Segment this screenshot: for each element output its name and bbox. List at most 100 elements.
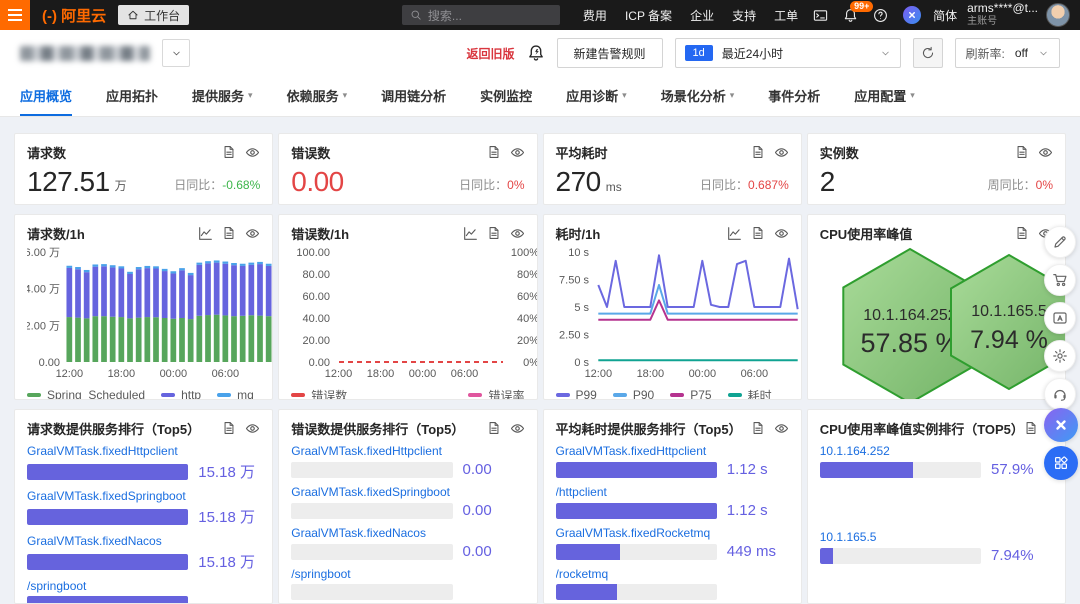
language-switch[interactable]: 简体 (933, 7, 957, 24)
tab-提供服务[interactable]: 提供服务▾ (192, 76, 253, 116)
svg-text:12:00: 12:00 (584, 368, 612, 380)
stat-value-row: 270ms日同比：0.687% (556, 168, 789, 196)
eye-icon[interactable] (1038, 145, 1053, 160)
doc-icon[interactable] (1015, 145, 1029, 159)
eye-icon[interactable] (245, 421, 260, 436)
doc-icon[interactable] (1024, 421, 1038, 435)
hamburger-menu-icon[interactable] (0, 0, 30, 30)
doc-icon[interactable] (222, 226, 236, 240)
eye-icon[interactable] (245, 145, 260, 160)
rank-label-link[interactable]: GraalVMTask.fixedHttpclient (556, 444, 789, 458)
doc-icon[interactable] (751, 145, 765, 159)
gear-float-button[interactable] (1044, 340, 1076, 372)
navbar-menu-企业[interactable]: 企业 (690, 7, 714, 24)
doc-icon[interactable] (222, 421, 236, 435)
legend-item-P99[interactable]: P99 (556, 388, 597, 400)
rank-row: GraalVMTask.fixedSpringboot15.18 万 (27, 489, 260, 527)
rank-label-link[interactable]: GraalVMTask.fixedSpringboot (27, 489, 260, 503)
rank-label-link[interactable]: GraalVMTask.fixedRocketmq (556, 526, 789, 540)
rank-label-link[interactable]: /springboot (27, 579, 260, 593)
eye-icon[interactable] (245, 226, 260, 241)
trend-icon[interactable] (727, 226, 742, 241)
rank-label-link[interactable]: GraalVMTask.fixedNacos (27, 534, 260, 548)
notification-bell-icon[interactable]: 99+ (843, 8, 858, 23)
doc-icon[interactable] (222, 145, 236, 159)
time-range-select[interactable]: 1d 最近24小时 (675, 38, 901, 68)
rank-label-link[interactable]: GraalVMTask.fixedNacos (291, 526, 524, 540)
eye-icon[interactable] (774, 421, 789, 436)
rank-label-link[interactable]: GraalVMTask.fixedHttpclient (291, 444, 524, 458)
new-alert-rule-button[interactable]: 新建告警规则 (557, 38, 663, 68)
aliyun-logo[interactable]: (-) 阿里云 (42, 5, 106, 26)
cart-float-button[interactable] (1044, 264, 1076, 296)
search-input[interactable]: 搜索... (402, 5, 560, 25)
tab-依赖服务[interactable]: 依赖服务▾ (287, 76, 348, 116)
rank-label-link[interactable]: 10.1.164.252 (820, 444, 1053, 458)
doc-icon[interactable] (1015, 226, 1029, 240)
back-to-old-link[interactable]: 返回旧版 (467, 45, 515, 62)
doc-icon[interactable] (751, 421, 765, 435)
card-title: 错误数 (291, 143, 330, 162)
stat-value-row: 127.51万日同比：-0.68% (27, 168, 260, 196)
tab-事件分析[interactable]: 事件分析 (768, 76, 820, 116)
close-float-button[interactable] (1044, 408, 1078, 442)
tab-应用配置[interactable]: 应用配置▾ (854, 76, 915, 116)
eye-icon[interactable] (774, 145, 789, 160)
navbar-menu-工单[interactable]: 工单 (774, 7, 798, 24)
refresh-button[interactable] (913, 38, 943, 68)
legend-item-P75[interactable]: P75 (670, 388, 711, 400)
eye-icon[interactable] (774, 226, 789, 241)
terminal-icon[interactable] (813, 8, 828, 23)
legend-item-Spring_Scheduled[interactable]: Spring_Scheduled (27, 388, 145, 400)
tab-实例监控[interactable]: 实例监控 (480, 76, 532, 116)
app-x-icon[interactable] (903, 6, 921, 24)
trend-icon[interactable] (198, 226, 213, 241)
tab-调用链分析[interactable]: 调用链分析 (381, 76, 446, 116)
card-icons (487, 145, 525, 160)
tab-应用诊断[interactable]: 应用诊断▾ (566, 76, 627, 116)
eye-icon[interactable] (510, 226, 525, 241)
chevron-down-icon (880, 48, 891, 59)
avatar[interactable] (1046, 3, 1070, 27)
navbar-menu-ICP 备案[interactable]: ICP 备案 (625, 7, 672, 24)
rank-label-link[interactable]: /httpclient (556, 485, 789, 499)
rank-label-link[interactable]: GraalVMTask.fixedHttpclient (27, 444, 260, 458)
trend-icon[interactable] (463, 226, 478, 241)
rank-label-link[interactable]: GraalVMTask.fixedSpringboot (291, 485, 524, 499)
tab-应用拓扑[interactable]: 应用拓扑 (106, 76, 158, 116)
apps-float-button[interactable] (1044, 446, 1078, 480)
legend-item-错误率[interactable]: 错误率 (468, 387, 524, 401)
doc-icon[interactable] (487, 421, 501, 435)
legend-item-耗时[interactable]: 耗时 (728, 387, 772, 401)
navbar-menu-费用[interactable]: 费用 (583, 7, 607, 24)
headset-float-button[interactable] (1044, 378, 1076, 410)
app-switch-dropdown[interactable] (162, 39, 190, 67)
doc-icon[interactable] (751, 226, 765, 240)
doc-icon[interactable] (487, 226, 501, 240)
workbench-button[interactable]: 工作台 (118, 5, 189, 25)
eye-icon[interactable] (510, 421, 525, 436)
card-header: 耗时/1h (556, 224, 789, 242)
account-info[interactable]: arms****@t... 主账号 (967, 2, 1038, 27)
rank-label-link[interactable]: /rocketmq (556, 567, 789, 581)
search-icon (410, 9, 422, 21)
rank-label-link[interactable]: /springboot (291, 567, 524, 581)
eye-icon[interactable] (510, 145, 525, 160)
refresh-rate-select[interactable]: 刷新率: off (955, 38, 1060, 68)
rank-bar-track (291, 584, 452, 600)
doc-icon[interactable] (487, 145, 501, 159)
pencil-float-button[interactable] (1044, 226, 1076, 258)
legend-item-错误数[interactable]: 错误数 (291, 387, 347, 401)
alert-bell-icon[interactable] (527, 44, 545, 62)
legend-item-http[interactable]: http (161, 388, 201, 400)
assistant-float-button[interactable] (1044, 302, 1076, 334)
help-icon[interactable] (873, 8, 888, 23)
tab-应用概览[interactable]: 应用概览 (20, 76, 72, 116)
navbar-menu-支持[interactable]: 支持 (732, 7, 756, 24)
rank-label-link[interactable]: 10.1.165.5 (820, 530, 1053, 544)
stat-unit: 万 (115, 177, 127, 194)
tab-场景化分析[interactable]: 场景化分析▾ (661, 76, 735, 116)
legend-item-P90[interactable]: P90 (613, 388, 654, 400)
card-header: 请求数/1h (27, 224, 260, 242)
legend-item-mq[interactable]: mq (217, 388, 254, 400)
